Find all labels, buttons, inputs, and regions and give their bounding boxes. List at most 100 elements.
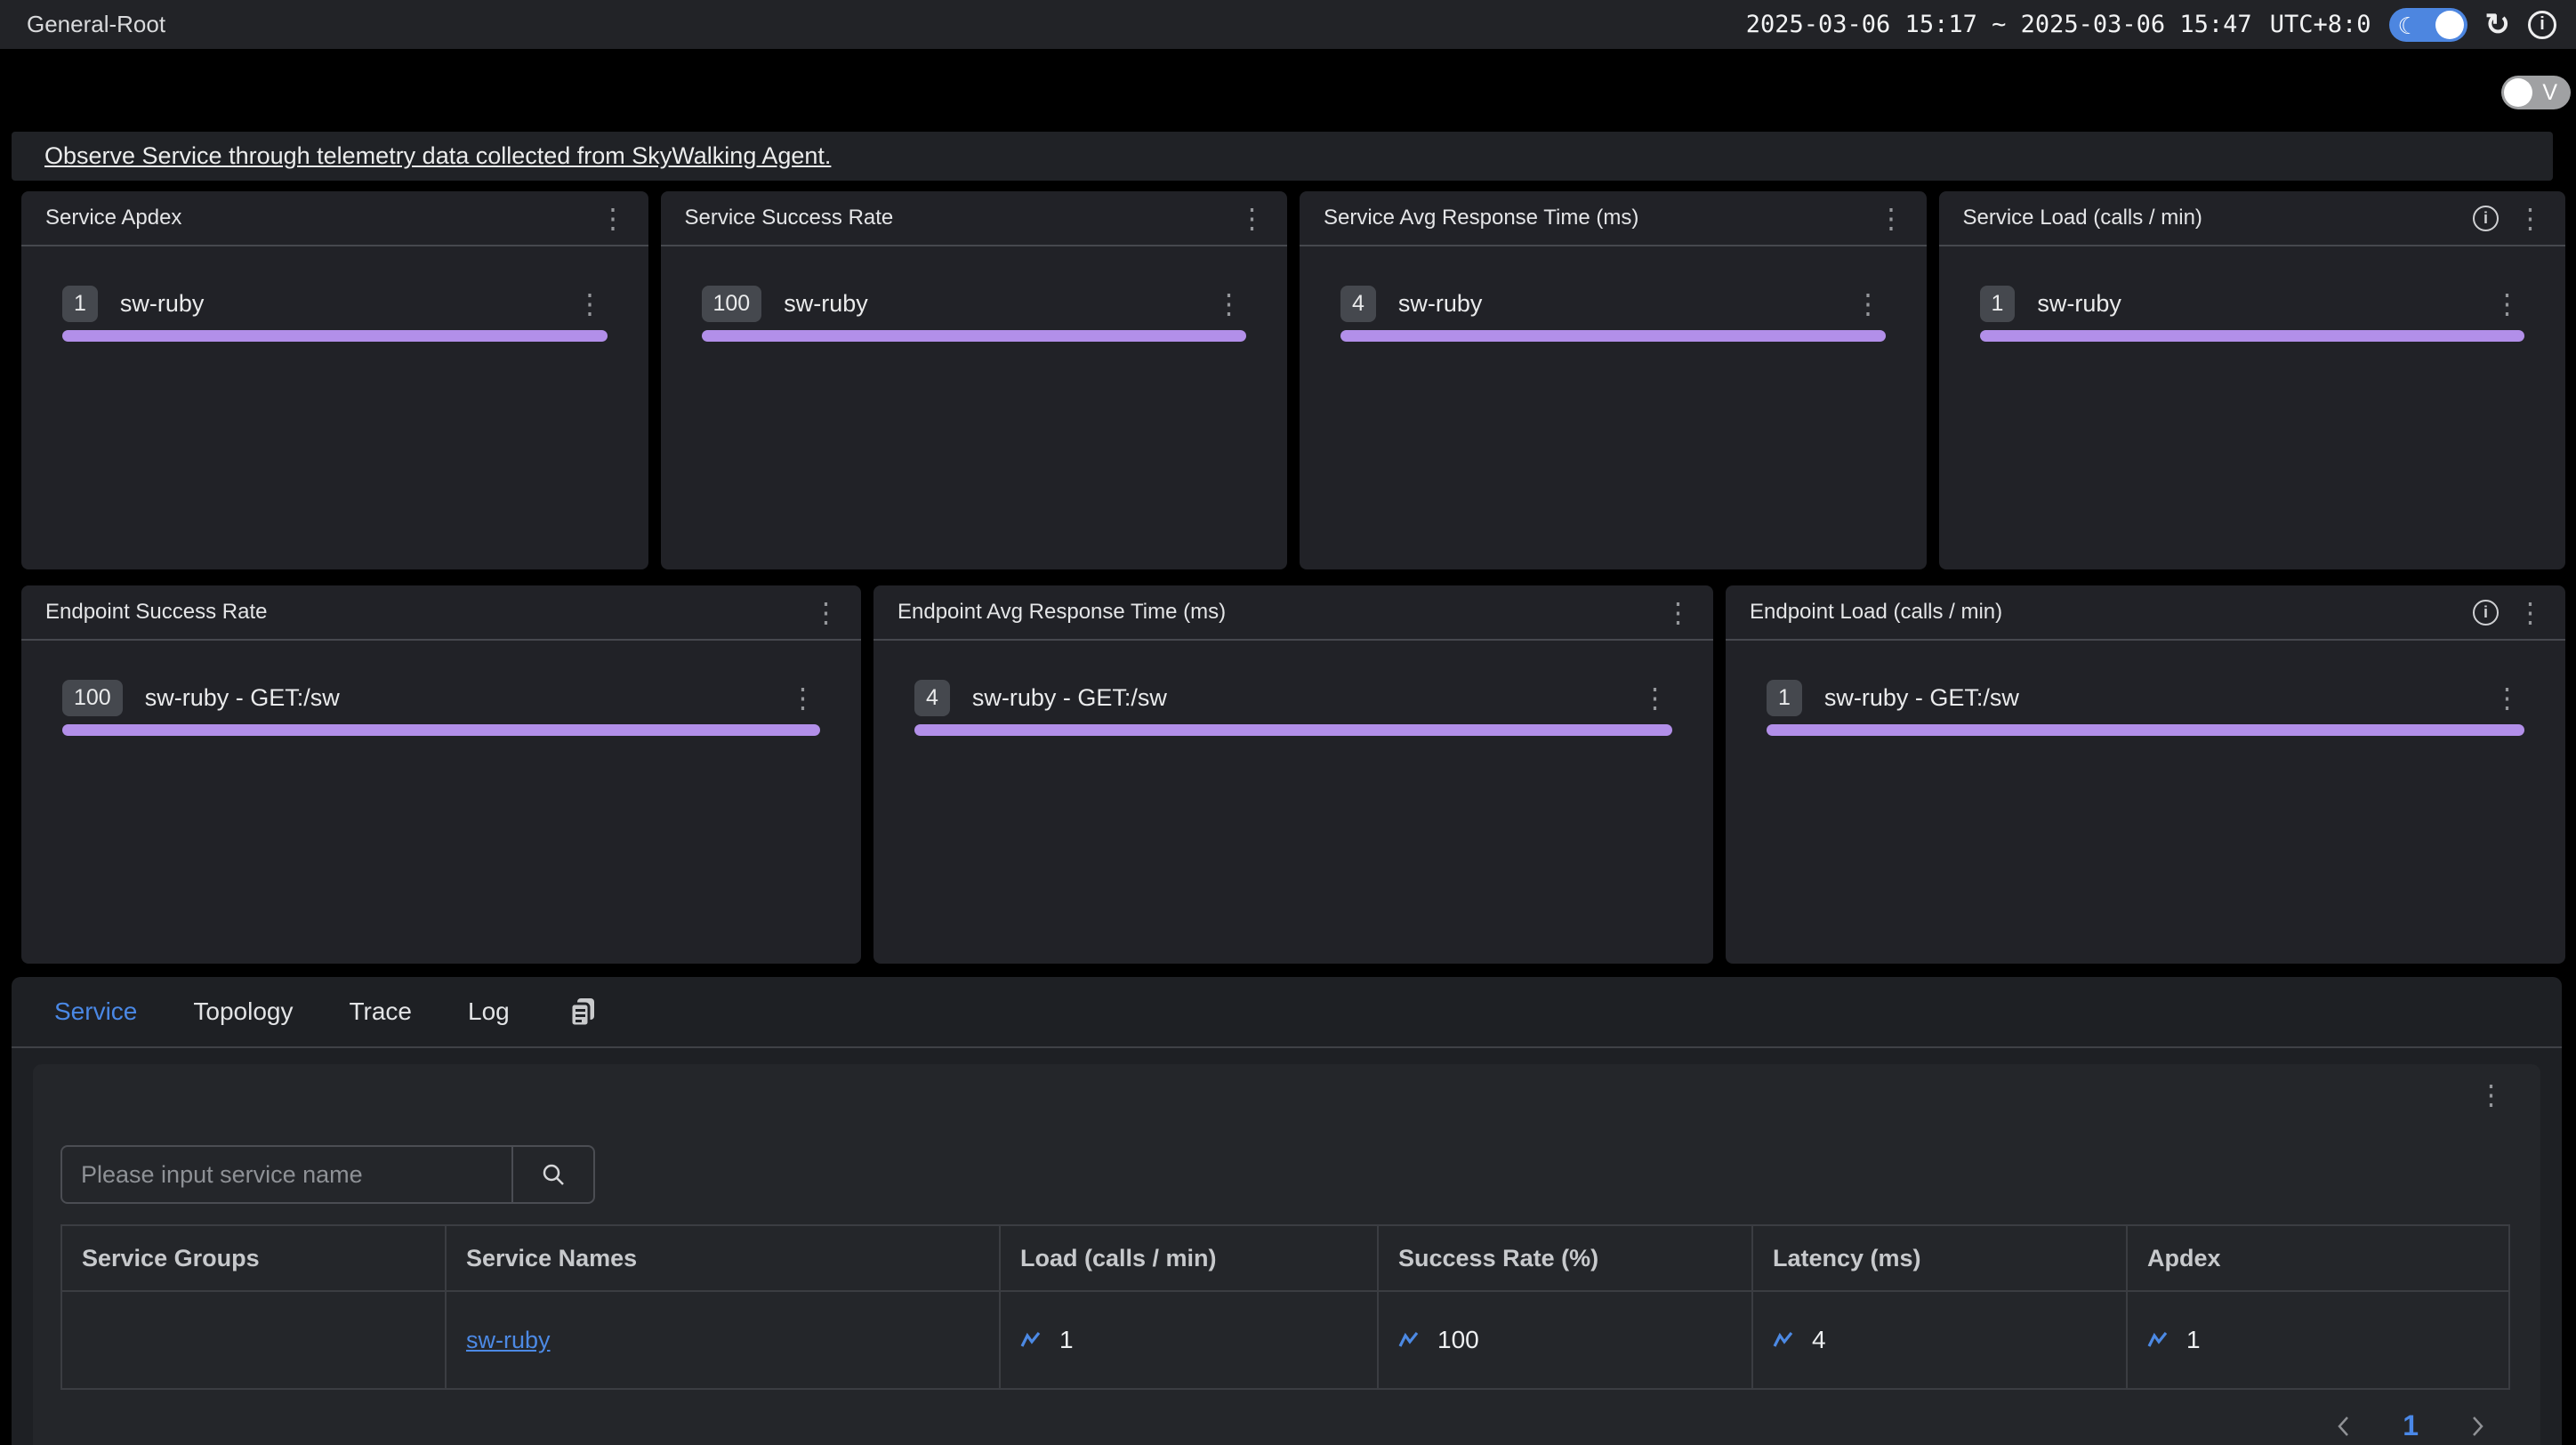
time-range[interactable]: 2025-03-06 15:17 ~ 2025-03-06 15:47 — [1746, 11, 2252, 38]
description-banner: Observe Service through telemetry data c… — [12, 132, 2553, 181]
view-mode-toggle[interactable]: V — [2501, 76, 2571, 109]
tab-log[interactable]: Log — [468, 997, 510, 1026]
kebab-menu-icon[interactable] — [2490, 684, 2524, 712]
card-service-avg-response-time: Service Avg Response Time (ms) 4 sw-ruby — [1300, 191, 1927, 569]
metric-value-badge: 1 — [1767, 680, 1802, 716]
timezone-label[interactable]: UTC+8:0 — [2270, 11, 2371, 38]
info-icon[interactable] — [2473, 206, 2499, 231]
page-number[interactable]: 1 — [2403, 1409, 2419, 1442]
trend-line-icon[interactable] — [2147, 1330, 2169, 1350]
card-title: Service Success Rate — [685, 206, 894, 230]
info-icon[interactable] — [2528, 11, 2556, 39]
cell-service-group — [61, 1291, 446, 1389]
metric-label[interactable]: sw-ruby — [784, 290, 868, 318]
metric-bar — [1767, 724, 2524, 736]
search-icon — [540, 1161, 567, 1188]
metric-label[interactable]: sw-ruby - GET:/sw — [145, 684, 340, 712]
metric-bar — [1980, 330, 2525, 342]
col-success-rate: Success Rate (%) — [1378, 1225, 1752, 1291]
toggle-knob — [2504, 78, 2532, 107]
kebab-menu-icon[interactable] — [573, 290, 608, 318]
metric-label[interactable]: sw-ruby — [1398, 290, 1483, 318]
metric-bar — [702, 330, 1247, 342]
metric-value-badge: 4 — [1340, 286, 1376, 322]
view-toggle-label: V — [2542, 80, 2557, 106]
info-icon[interactable] — [2473, 600, 2499, 626]
col-service-groups: Service Groups — [61, 1225, 446, 1291]
metric-label[interactable]: sw-ruby - GET:/sw — [1824, 684, 2019, 712]
tab-bar: Service Topology Trace Log — [12, 977, 2562, 1048]
kebab-menu-icon[interactable] — [785, 684, 820, 712]
kebab-menu-icon[interactable] — [1235, 205, 1269, 232]
kebab-menu-icon[interactable] — [1212, 290, 1246, 318]
tab-service[interactable]: Service — [54, 997, 137, 1026]
card-service-success-rate: Service Success Rate 100 sw-ruby — [661, 191, 1288, 569]
load-value: 1 — [1059, 1326, 1074, 1354]
success-rate-value: 100 — [1437, 1326, 1479, 1354]
service-name-link[interactable]: sw-ruby — [466, 1327, 551, 1353]
service-search-input[interactable] — [62, 1147, 511, 1202]
top-header-bar: General-Root 2025-03-06 15:17 ~ 2025-03-… — [0, 0, 2576, 49]
card-endpoint-success-rate: Endpoint Success Rate 100 sw-ruby - GET:… — [21, 585, 861, 964]
card-title: Service Load (calls / min) — [1963, 206, 2202, 230]
tab-trace[interactable]: Trace — [349, 997, 412, 1026]
page-title: General-Root — [27, 11, 165, 38]
service-search-group — [60, 1145, 595, 1204]
kebab-menu-icon[interactable] — [2513, 599, 2548, 626]
apdex-value: 1 — [2186, 1326, 2201, 1354]
metric-value-badge: 100 — [62, 680, 123, 716]
service-table: Service Groups Service Names Load (calls… — [60, 1224, 2510, 1390]
kebab-menu-icon[interactable] — [809, 599, 843, 626]
metric-bar — [914, 724, 1672, 736]
card-title: Service Avg Response Time (ms) — [1324, 206, 1638, 230]
metric-label[interactable]: sw-ruby — [2037, 290, 2121, 318]
table-header-row: Service Groups Service Names Load (calls… — [61, 1225, 2509, 1291]
search-button[interactable] — [511, 1147, 593, 1202]
kebab-menu-icon[interactable] — [1851, 290, 1886, 318]
col-service-names: Service Names — [446, 1225, 1000, 1291]
card-service-load: Service Load (calls / min) 1 sw-ruby — [1939, 191, 2566, 569]
prev-page-icon[interactable] — [2332, 1411, 2355, 1441]
observe-service-link[interactable]: Observe Service through telemetry data c… — [44, 142, 831, 170]
service-cards-row: Service Apdex 1 sw-ruby Service Success … — [21, 191, 2565, 569]
card-service-apdex: Service Apdex 1 sw-ruby — [21, 191, 648, 569]
tab-topology[interactable]: Topology — [193, 997, 293, 1026]
latency-value: 4 — [1812, 1326, 1826, 1354]
moon-icon — [2398, 9, 2419, 43]
card-endpoint-load: Endpoint Load (calls / min) 1 sw-ruby - … — [1726, 585, 2565, 964]
kebab-menu-icon[interactable] — [1638, 684, 1672, 712]
kebab-menu-icon[interactable] — [1874, 205, 1909, 232]
next-page-icon[interactable] — [2466, 1411, 2489, 1441]
card-title: Endpoint Load (calls / min) — [1750, 600, 2002, 625]
metric-label[interactable]: sw-ruby - GET:/sw — [972, 684, 1167, 712]
trend-line-icon[interactable] — [1020, 1330, 1042, 1350]
kebab-menu-icon[interactable] — [1661, 599, 1695, 626]
card-endpoint-avg-response-time: Endpoint Avg Response Time (ms) 4 sw-rub… — [873, 585, 1713, 964]
copy-icon[interactable] — [566, 995, 600, 1029]
metric-bar — [62, 330, 608, 342]
kebab-menu-icon[interactable] — [2513, 205, 2548, 232]
trend-line-icon[interactable] — [1398, 1330, 1420, 1350]
kebab-menu-icon[interactable] — [2490, 290, 2524, 318]
toolbar-strip: V — [0, 49, 2576, 132]
metric-value-badge: 1 — [1980, 286, 2016, 322]
pagination: 1 — [60, 1409, 2508, 1442]
table-row: sw-ruby 1 100 — [61, 1291, 2509, 1389]
metric-bar — [62, 724, 820, 736]
card-title: Endpoint Avg Response Time (ms) — [898, 600, 1226, 625]
kebab-menu-icon[interactable] — [596, 205, 631, 232]
endpoint-cards-row: Endpoint Success Rate 100 sw-ruby - GET:… — [21, 585, 2565, 964]
metric-bar — [1340, 330, 1886, 342]
metric-value-badge: 1 — [62, 286, 98, 322]
metric-label[interactable]: sw-ruby — [120, 290, 205, 318]
refresh-icon[interactable] — [2485, 10, 2511, 40]
col-apdex: Apdex — [2127, 1225, 2509, 1291]
service-list-panel: Service Groups Service Names Load (calls… — [33, 1064, 2540, 1445]
col-latency: Latency (ms) — [1752, 1225, 2127, 1291]
tab-section: Service Topology Trace Log — [12, 977, 2562, 1445]
kebab-menu-icon[interactable] — [2474, 1081, 2508, 1109]
metric-value-badge: 4 — [914, 680, 950, 716]
card-title: Endpoint Success Rate — [45, 600, 267, 625]
trend-line-icon[interactable] — [1773, 1330, 1794, 1350]
dark-mode-toggle[interactable] — [2389, 8, 2467, 42]
